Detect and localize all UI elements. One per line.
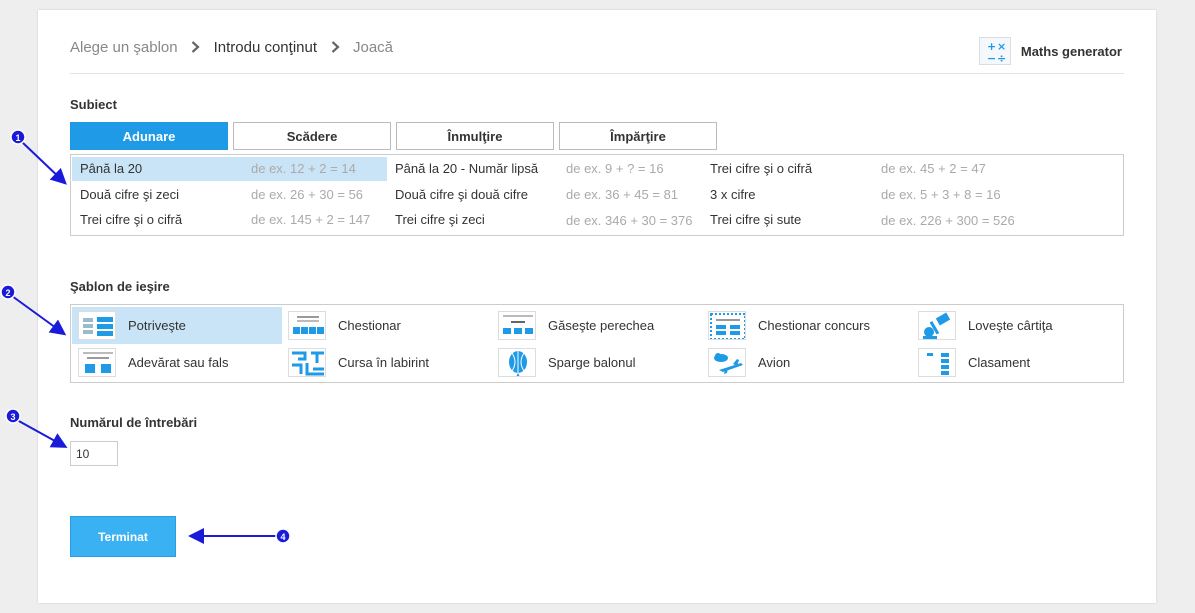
subject-item-name: Trei cifre şi o cifră [80, 212, 183, 227]
annotation-number-3: 3 [10, 412, 15, 422]
question-count-input[interactable] [70, 441, 118, 466]
subject-item-name: Trei cifre şi sute [710, 212, 802, 227]
template-name: Sparge balonul [548, 355, 636, 370]
finish-button[interactable]: Terminat [70, 516, 176, 557]
template-quiz[interactable]: Chestionar [282, 307, 492, 344]
chevron-right-icon [326, 38, 344, 56]
subject-item-0[interactable]: Până la 20 de ex. 12 + 2 = 14 [72, 157, 387, 181]
subject-item-example: de ex. 12 + 2 = 14 [251, 161, 356, 176]
template-whack-a-mole[interactable]: Loveşte cârtiţa [912, 307, 1122, 344]
breadcrumb-step-content: Introdu conţinut [213, 38, 317, 56]
template-name: Loveşte cârtiţa [968, 318, 1053, 333]
template-find-match[interactable]: Găseşte perechea [492, 307, 702, 344]
breadcrumb: Alege un şablon Introdu conţinut Joacă [70, 38, 393, 56]
header-divider [70, 73, 1124, 74]
annotation-marker-1 [10, 129, 26, 145]
template-name: Cursa în labirint [338, 355, 430, 370]
subject-item-8[interactable]: Trei cifre şi sute de ex. 226 + 300 = 52… [702, 208, 1017, 232]
subject-item-name: Până la 20 - Număr lipsă [395, 161, 539, 176]
subject-item-name: Trei cifre şi o cifră [710, 161, 813, 176]
subject-item-2[interactable]: Trei cifre şi o cifră de ex. 45 + 2 = 47 [702, 157, 1017, 181]
questions-label: Numărul de întrebări [70, 415, 198, 430]
quiz-icon [288, 311, 326, 340]
maths-symbols-icon: + × − ÷ [978, 37, 1011, 65]
subject-item-6[interactable]: Trei cifre şi o cifră de ex. 145 + 2 = 1… [72, 208, 387, 232]
template-name: Chestionar [338, 318, 401, 333]
whack-a-mole-icon [918, 311, 956, 340]
maths-generator-link[interactable]: + × − ÷ Maths generator [978, 37, 1122, 65]
chevron-right-icon [187, 38, 205, 56]
template-maze-chase[interactable]: Cursa în labirint [282, 344, 492, 381]
main-card: Alege un şablon Introdu conţinut Joacă +… [38, 10, 1156, 603]
subject-item-name: 3 x cifre [710, 187, 756, 202]
subject-item-example: de ex. 36 + 45 = 81 [566, 187, 679, 202]
annotation-number-1: 1 [15, 133, 20, 143]
template-name: Clasament [968, 355, 1031, 370]
gameshow-quiz-icon [708, 311, 746, 340]
rank-order-icon [918, 348, 956, 377]
tab-subtraction[interactable]: Scădere [233, 122, 391, 150]
breadcrumb-step-template[interactable]: Alege un şablon [70, 39, 178, 56]
subject-item-name: Până la 20 [80, 161, 143, 176]
subject-item-example: de ex. 45 + 2 = 47 [881, 161, 986, 176]
subject-item-name: Trei cifre şi zeci [395, 212, 485, 227]
subject-item-7[interactable]: Trei cifre şi zeci de ex. 346 + 30 = 376 [387, 208, 702, 232]
template-grid: Potriveşte Chestionar Găseşte perechea C… [70, 304, 1124, 383]
template-name: Adevărat sau fals [128, 355, 229, 370]
template-name: Găseşte perechea [548, 318, 655, 333]
svg-text:−: − [987, 52, 996, 65]
subject-item-3[interactable]: Două cifre şi zeci de ex. 26 + 30 = 56 [72, 183, 387, 207]
template-balloon-pop[interactable]: Sparge balonul [492, 344, 702, 381]
maths-generator-label: Maths generator [1020, 43, 1122, 59]
true-false-icon [78, 348, 116, 377]
template-name: Chestionar concurs [758, 318, 870, 333]
subject-item-4[interactable]: Două cifre şi două cifre de ex. 36 + 45 … [387, 183, 702, 207]
operation-tabs: Adunare Scădere Înmulţire Împărţire [70, 122, 722, 150]
tab-multiplication[interactable]: Înmulţire [396, 122, 554, 150]
maze-chase-icon [288, 348, 326, 377]
airplane-icon [708, 348, 746, 377]
subject-list: Până la 20 de ex. 12 + 2 = 14 Până la 20… [70, 154, 1124, 236]
breadcrumb-step-play: Joacă [353, 38, 394, 56]
template-gameshow-quiz[interactable]: Chestionar concurs [702, 307, 912, 344]
template-match-up[interactable]: Potriveşte [72, 307, 282, 344]
subject-item-5[interactable]: 3 x cifre de ex. 5 + 3 + 8 = 16 [702, 183, 1017, 207]
template-true-false[interactable]: Adevărat sau fals [72, 344, 282, 381]
subject-item-example: de ex. 226 + 300 = 526 [881, 213, 1015, 228]
annotation-marker-3 [5, 408, 21, 424]
subject-item-name: Două cifre şi două cifre [395, 187, 528, 202]
subject-item-example: de ex. 9 + ? = 16 [566, 161, 664, 176]
subject-label: Subiect [70, 97, 117, 112]
subject-item-name: Două cifre şi zeci [80, 187, 179, 202]
annotation-marker-2 [0, 284, 16, 300]
template-name: Avion [758, 355, 791, 370]
svg-text:÷: ÷ [997, 52, 1006, 65]
annotation-number-2: 2 [5, 288, 10, 298]
subject-item-example: de ex. 145 + 2 = 147 [251, 212, 371, 227]
tab-division[interactable]: Împărţire [559, 122, 717, 150]
match-up-icon [78, 311, 116, 340]
subject-item-example: de ex. 346 + 30 = 376 [566, 213, 693, 228]
subject-item-example: de ex. 5 + 3 + 8 = 16 [881, 187, 1001, 202]
template-label: Şablon de ieşire [70, 279, 170, 294]
find-match-icon [498, 311, 536, 340]
subject-item-example: de ex. 26 + 30 = 56 [251, 187, 364, 202]
balloon-pop-icon [498, 348, 536, 377]
template-name: Potriveşte [128, 318, 186, 333]
template-rank-order[interactable]: Clasament [912, 344, 1122, 381]
subject-item-1[interactable]: Până la 20 - Număr lipsă de ex. 9 + ? = … [387, 157, 702, 181]
template-airplane[interactable]: Avion [702, 344, 912, 381]
tab-addition[interactable]: Adunare [70, 122, 228, 150]
